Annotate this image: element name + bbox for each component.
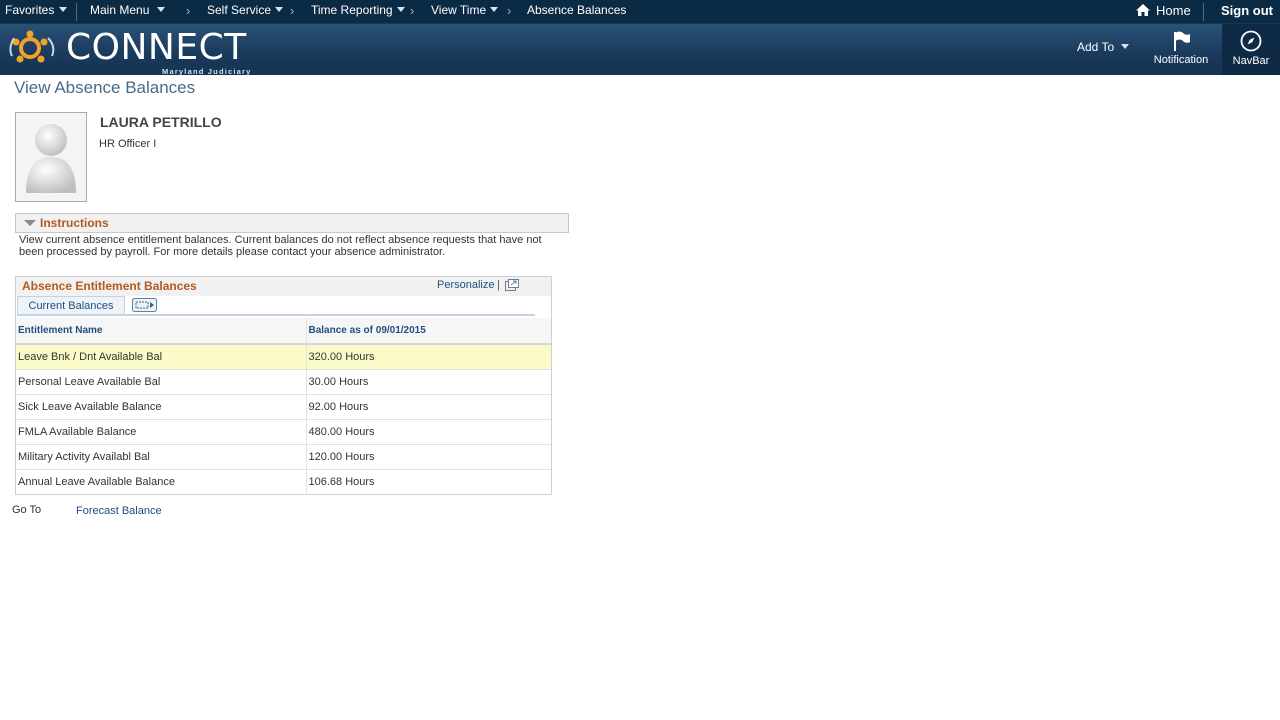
connect-logo: CONNECT Maryland Judiciary <box>4 26 264 76</box>
chevron-down-icon <box>396 7 405 13</box>
chevron-down-icon <box>490 7 499 13</box>
chevron-down-icon <box>59 7 68 13</box>
logo-text: CONNECT <box>66 27 247 68</box>
table-row[interactable]: Sick Leave Available Balance 92.00 Hours <box>16 393 551 419</box>
employee-photo <box>15 112 87 202</box>
breadcrumb-label: View Time <box>431 3 487 17</box>
chevron-right-icon: › <box>186 3 191 18</box>
table-row[interactable]: Personal Leave Available Bal 30.00 Hours <box>16 368 551 394</box>
top-nav-bar: Favorites Main Menu › Self Service › Tim… <box>0 0 1280 24</box>
employee-title: HR Officer I <box>99 138 157 150</box>
chevron-down-icon <box>157 7 166 13</box>
entitlement-name-cell: Military Activity Availabl Bal <box>16 443 307 469</box>
balance-cell: 120.00 Hours <box>306 443 551 469</box>
collapse-triangle-icon <box>24 220 36 226</box>
go-to-label: Go To <box>12 504 42 516</box>
personalize-link[interactable]: Personalize <box>437 279 494 291</box>
balance-cell: 92.00 Hours <box>306 393 551 419</box>
absence-balances-grid: Absence Entitlement Balances Personalize… <box>15 276 552 495</box>
instructions-text: View current absence entitlement balance… <box>19 234 542 258</box>
breadcrumb-absence-balances[interactable]: Absence Balances <box>527 0 626 23</box>
table-row[interactable]: Annual Leave Available Balance 106.68 Ho… <box>16 468 551 494</box>
balance-cell: 320.00 Hours <box>306 343 551 369</box>
instructions-toggle[interactable]: Instructions <box>15 213 569 233</box>
divider: | <box>497 279 500 291</box>
home-link[interactable]: Home <box>1135 0 1191 23</box>
chevron-down-icon <box>1121 44 1130 50</box>
balance-cell: 30.00 Hours <box>306 368 551 394</box>
chevron-right-icon: › <box>507 3 512 18</box>
entitlement-name-cell: Sick Leave Available Balance <box>16 393 307 419</box>
entitlement-name-cell: Personal Leave Available Bal <box>16 368 307 394</box>
chevron-right-icon: › <box>410 3 415 18</box>
add-to-label: Add To <box>1077 40 1115 54</box>
table-row[interactable]: FMLA Available Balance 480.00 Hours <box>16 418 551 444</box>
column-header-balance[interactable]: Balance as of 09/01/2015 <box>306 318 551 345</box>
banner: CONNECT Maryland Judiciary Add To Notifi… <box>0 24 1280 76</box>
main-menu-label: Main Menu <box>90 3 150 17</box>
breadcrumb-self-service[interactable]: Self Service <box>207 0 284 23</box>
tab-current-balances[interactable]: Current Balances <box>17 296 125 315</box>
divider <box>1203 3 1204 21</box>
entitlement-name-cell: Annual Leave Available Balance <box>16 468 307 494</box>
home-icon <box>1136 4 1150 17</box>
grid-title: Absence Entitlement Balances <box>22 279 197 293</box>
sign-out-link[interactable]: Sign out <box>1221 0 1273 23</box>
breadcrumb-label: Time Reporting <box>311 3 393 17</box>
grid-header: Absence Entitlement Balances Personalize… <box>16 277 551 296</box>
entitlement-name-cell: FMLA Available Balance <box>16 418 307 444</box>
column-header-entitlement-name[interactable]: Entitlement Name <box>16 318 307 345</box>
chevron-down-icon <box>275 7 284 13</box>
flag-icon <box>1174 31 1190 51</box>
table-header-row: Entitlement Name Balance as of 09/01/201… <box>16 318 551 345</box>
page-title: View Absence Balances <box>14 78 196 97</box>
balances-table: Entitlement Name Balance as of 09/01/201… <box>16 318 551 494</box>
entitlement-name-cell: Leave Bnk / Dnt Available Bal <box>16 343 307 369</box>
employee-name: LAURA PETRILLO <box>100 114 222 130</box>
tab-underline <box>17 314 535 316</box>
navbar-label: NavBar <box>1232 55 1270 67</box>
new-window-icon[interactable] <box>505 279 519 291</box>
divider <box>76 3 77 21</box>
breadcrumb-label: Self Service <box>207 3 272 17</box>
chevron-right-icon: › <box>290 3 295 18</box>
favorites-label: Favorites <box>5 3 55 17</box>
forecast-balance-link[interactable]: Forecast Balance <box>76 505 162 517</box>
breadcrumb-label: Absence Balances <box>527 3 627 17</box>
table-row[interactable]: Leave Bnk / Dnt Available Bal 320.00 Hou… <box>16 343 551 369</box>
person-avatar-icon <box>26 124 76 193</box>
balance-cell: 480.00 Hours <box>306 418 551 444</box>
home-label: Home <box>1156 3 1191 18</box>
notification-label: Notification <box>1153 54 1209 66</box>
add-to-menu[interactable]: Add To <box>1077 40 1130 54</box>
show-all-columns-icon[interactable] <box>132 298 157 312</box>
navbar-button[interactable]: NavBar <box>1222 24 1280 75</box>
main-menu[interactable]: Main Menu <box>90 0 166 23</box>
logo-emblem-icon <box>9 30 55 63</box>
breadcrumb-time-reporting[interactable]: Time Reporting <box>311 0 405 23</box>
breadcrumb-view-time[interactable]: View Time <box>431 0 499 23</box>
favorites-menu[interactable]: Favorites <box>5 0 68 23</box>
table-row[interactable]: Military Activity Availabl Bal 120.00 Ho… <box>16 443 551 469</box>
instructions-label: Instructions <box>40 216 109 230</box>
notification-button[interactable]: Notification <box>1150 30 1212 66</box>
compass-icon <box>1240 30 1262 52</box>
logo-subtitle: Maryland Judiciary <box>162 67 252 76</box>
balance-cell: 106.68 Hours <box>306 468 551 494</box>
